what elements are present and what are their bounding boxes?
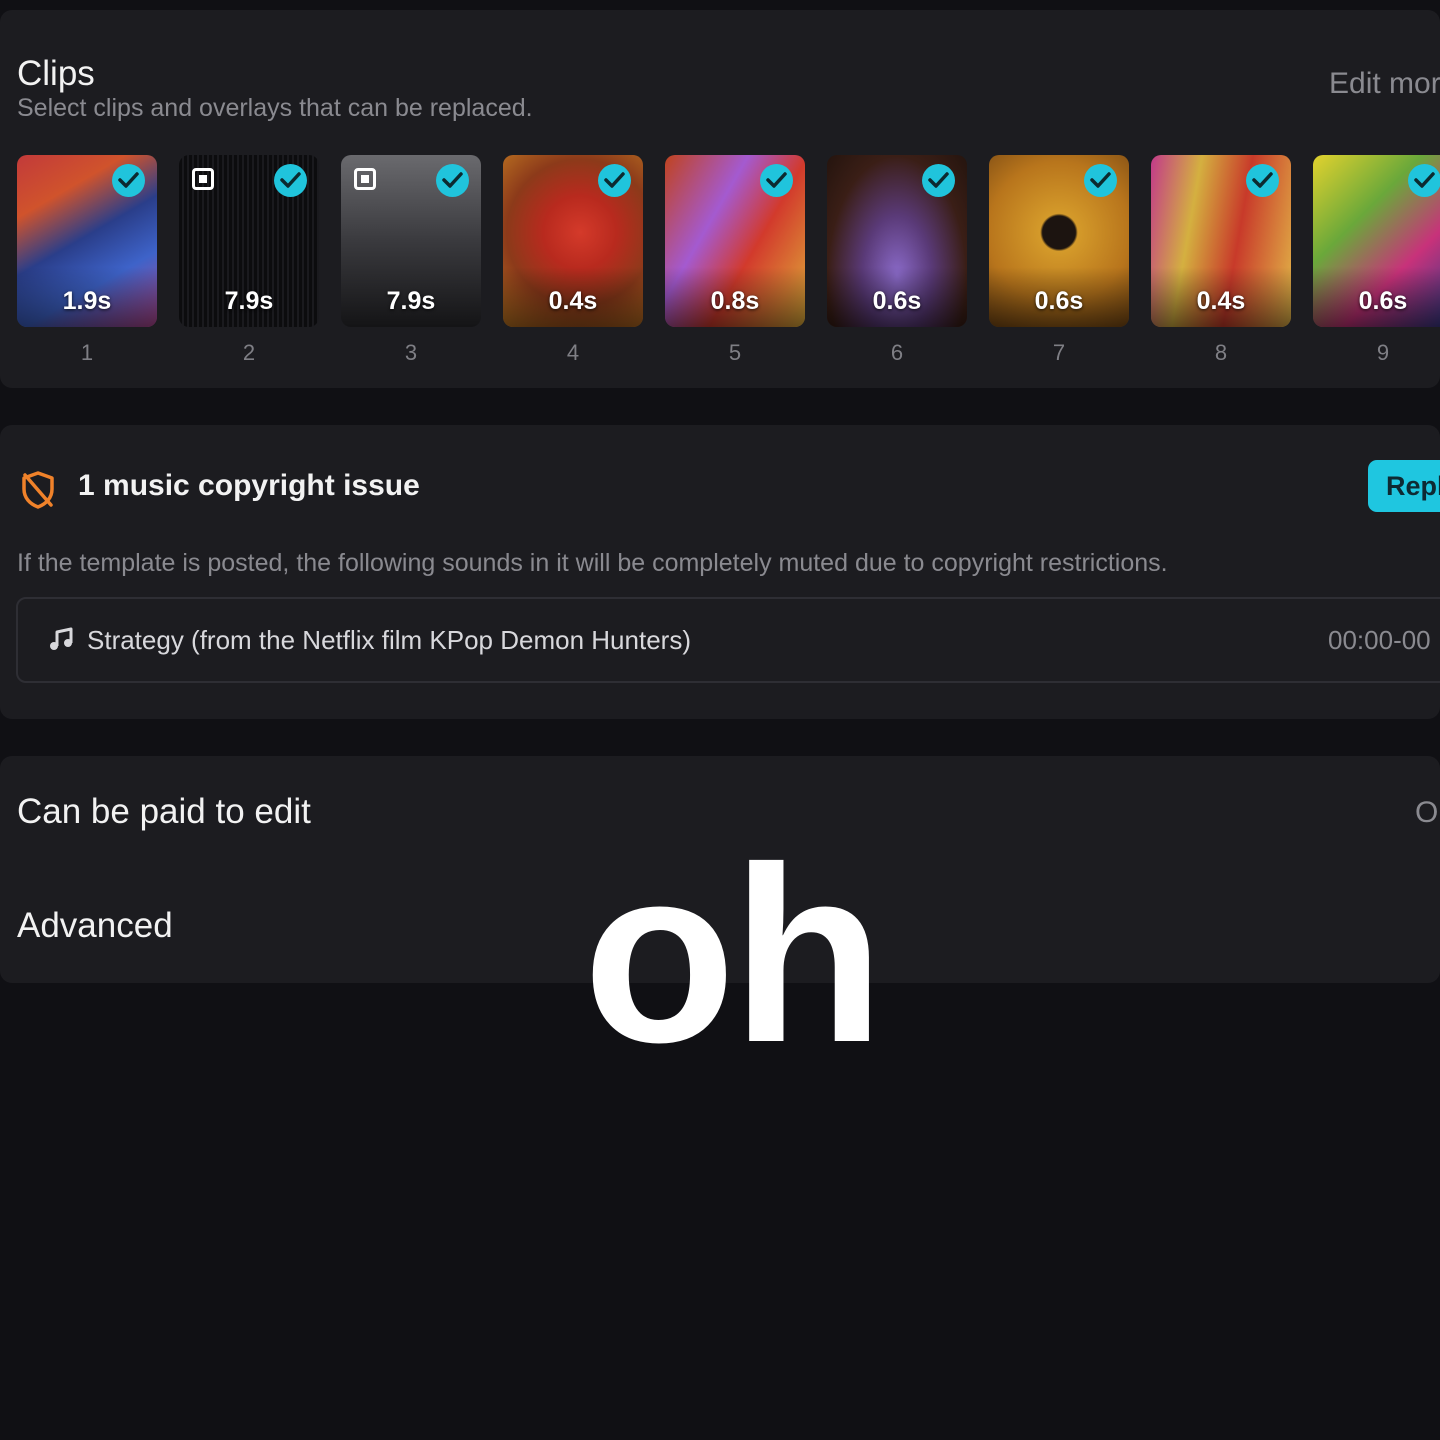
selected-check-icon[interactable]: [598, 164, 631, 197]
caption-overlay-text: oh: [583, 815, 884, 1094]
clip-duration: 0.6s: [872, 287, 922, 315]
clip-thumbnail-2[interactable]: 7.9s: [179, 155, 319, 327]
clip-duration: 0.6s: [1358, 287, 1408, 315]
clips-subtitle: Select clips and overlays that can be re…: [17, 94, 533, 122]
overlay-square-icon: [354, 168, 376, 190]
clip-thumbnail-1[interactable]: 1.9s: [17, 155, 157, 327]
replace-button[interactable]: Repl: [1368, 460, 1440, 512]
clip-duration: 1.9s: [62, 287, 112, 315]
selected-check-icon[interactable]: [1408, 164, 1440, 197]
selected-check-icon[interactable]: [1084, 164, 1117, 197]
clip-number: 8: [1214, 340, 1228, 365]
clip-duration: 7.9s: [386, 287, 436, 315]
clip-duration: 0.4s: [548, 287, 598, 315]
clips-title: Clips: [17, 54, 95, 93]
clip-thumbnail-5[interactable]: 0.8s: [665, 155, 805, 327]
clip-number: 5: [728, 340, 742, 365]
clip-duration: 0.6s: [1034, 287, 1084, 315]
clip-number: 3: [404, 340, 418, 365]
clip-duration: 7.9s: [224, 287, 274, 315]
selected-check-icon[interactable]: [922, 164, 955, 197]
clip-number: 9: [1376, 340, 1390, 365]
clip-thumbnail-7[interactable]: 0.6s: [989, 155, 1129, 327]
clip-duration: 0.4s: [1196, 287, 1246, 315]
copyright-panel: 1 music copyright issue Repl If the temp…: [0, 425, 1440, 719]
clip-number: 7: [1052, 340, 1066, 365]
clips-panel: Clips Select clips and overlays that can…: [0, 10, 1440, 388]
sound-title: Strategy (from the Netflix film KPop Dem…: [87, 625, 691, 655]
clip-thumbnail-6[interactable]: 0.6s: [827, 155, 967, 327]
selected-check-icon[interactable]: [760, 164, 793, 197]
shield-slash-icon: [20, 470, 56, 515]
selected-check-icon[interactable]: [112, 164, 145, 197]
selected-check-icon[interactable]: [274, 164, 307, 197]
clip-number: 2: [242, 340, 256, 365]
paid-edit-setting[interactable]: Can be paid to edit: [17, 792, 311, 832]
clip-number: 6: [890, 340, 904, 365]
sound-time-range: 00:00-00: [1328, 625, 1431, 655]
sound-row[interactable]: Strategy (from the Netflix film KPop Dem…: [16, 597, 1440, 683]
paid-edit-value[interactable]: O: [1415, 796, 1438, 830]
music-note-icon: [48, 627, 74, 658]
clip-thumbnail-9[interactable]: 0.6s: [1313, 155, 1440, 327]
copyright-issue-title: 1 music copyright issue: [78, 469, 420, 502]
edit-more-link[interactable]: Edit mor: [1329, 67, 1440, 101]
clip-number: 4: [566, 340, 580, 365]
selected-check-icon[interactable]: [436, 164, 469, 197]
selected-check-icon[interactable]: [1246, 164, 1279, 197]
clip-number: 1: [80, 340, 94, 365]
clip-thumbnail-4[interactable]: 0.4s: [503, 155, 643, 327]
copyright-description: If the template is posted, the following…: [17, 549, 1168, 577]
clip-thumbnail-3[interactable]: 7.9s: [341, 155, 481, 327]
overlay-square-icon: [192, 168, 214, 190]
advanced-setting[interactable]: Advanced: [17, 906, 173, 946]
clip-duration: 0.8s: [710, 287, 760, 315]
clip-thumbnail-8[interactable]: 0.4s: [1151, 155, 1291, 327]
